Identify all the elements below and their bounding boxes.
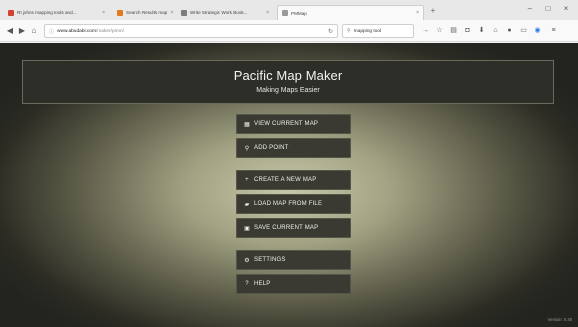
minimize-icon[interactable]: – <box>524 3 536 15</box>
chat-icon[interactable]: ● <box>504 25 515 37</box>
browser-tab[interactable]: RI johns mapping tools and... × <box>4 5 109 20</box>
tab-close-icon[interactable]: × <box>263 10 269 16</box>
search-icon: ⚲ <box>347 28 351 34</box>
tab-title: Write Strategic Work Book... <box>190 10 248 15</box>
arrow-icon[interactable]: → <box>420 25 431 37</box>
button-label: LOAD MAP FROM FILE <box>254 201 323 207</box>
forward-icon[interactable]: ▶ <box>16 24 28 38</box>
map-marker-icon: ⚲ <box>244 145 250 152</box>
button-label: ADD POINT <box>254 145 289 151</box>
menu-icon[interactable]: ≡ <box>548 25 559 37</box>
search-value: mapping tool <box>353 28 382 34</box>
bookmark-star-icon[interactable]: ☆ <box>434 25 445 37</box>
folder-open-icon: ▰ <box>244 201 250 208</box>
tab-favicon-icon <box>8 9 14 16</box>
app-header: Pacific Map Maker Making Maps Easier <box>22 60 554 104</box>
tab-close-icon[interactable]: × <box>167 10 173 16</box>
tab-favicon-icon <box>282 10 288 16</box>
screenshot-icon[interactable]: ▭ <box>518 25 529 37</box>
settings-button[interactable]: ⚙ SETTINGS <box>236 250 351 270</box>
browser-tab[interactable]: Search Results map × <box>113 5 173 20</box>
load-map-button[interactable]: ▰ LOAD MAP FROM FILE <box>236 194 351 214</box>
search-input[interactable]: ⚲ mapping tool <box>342 24 414 38</box>
reload-icon[interactable]: ↻ <box>328 28 333 35</box>
address-bar[interactable]: ⓘ www.abudabi.com /maker/pmm/ ↻ <box>44 24 338 38</box>
page-content: Pacific Map Maker Making Maps Easier ▦ V… <box>0 43 578 327</box>
tab-title: RI johns mapping tools and... <box>17 10 77 15</box>
download-icon[interactable]: ⬇ <box>476 25 487 37</box>
question-icon: ? <box>245 281 249 287</box>
home-icon[interactable]: ⌂ <box>28 24 40 38</box>
info-icon[interactable]: ⓘ <box>49 28 54 35</box>
tab-title: PMMap <box>291 10 307 16</box>
library-icon[interactable]: ▤ <box>448 25 459 37</box>
help-button[interactable]: ? HELP <box>236 274 351 294</box>
url-domain: www.abudabi.com <box>57 28 96 34</box>
extension-icon[interactable]: ◉ <box>532 25 543 37</box>
button-label: SETTINGS <box>254 257 286 263</box>
home-button-icon[interactable]: ⌂ <box>490 25 501 37</box>
page-subtitle: Making Maps Easier <box>256 87 320 94</box>
add-point-button[interactable]: ⚲ ADD POINT <box>236 138 351 158</box>
browser-tab-active[interactable]: PMMap × <box>277 5 424 20</box>
floppy-disk-icon: ▣ <box>244 225 250 232</box>
tab-favicon-icon <box>117 9 123 16</box>
url-path: /maker/pmm/ <box>95 28 124 34</box>
page-title: Pacific Map Maker <box>233 68 343 83</box>
button-label: SAVE CURRENT MAP <box>254 225 319 231</box>
back-icon[interactable]: ◀ <box>4 24 16 38</box>
tab-favicon-icon <box>181 9 187 16</box>
map-icon: ▦ <box>244 121 250 128</box>
version-label: Version: 0.45 <box>547 317 572 322</box>
save-map-button[interactable]: ▣ SAVE CURRENT MAP <box>236 218 351 238</box>
button-label: VIEW CURRENT MAP <box>254 121 319 127</box>
plus-icon: + <box>245 177 249 183</box>
window-close-icon[interactable]: × <box>560 3 572 15</box>
new-tab-icon[interactable]: + <box>428 5 438 17</box>
browser-tab-bar: RI johns mapping tools and... × Search R… <box>0 0 578 20</box>
button-label: HELP <box>254 281 271 287</box>
tab-title: Search Results map <box>126 10 168 15</box>
view-current-map-button[interactable]: ▦ VIEW CURRENT MAP <box>236 114 351 134</box>
browser-tab[interactable]: Write Strategic Work Book... × <box>177 5 273 20</box>
browser-nav-bar: ◀ ▶ ⌂ ⓘ www.abudabi.com /maker/pmm/ ↻ ⚲ … <box>0 20 578 42</box>
gear-icon: ⚙ <box>244 257 250 264</box>
maximize-icon[interactable]: □ <box>542 3 554 15</box>
tab-close-icon[interactable]: × <box>99 10 105 16</box>
tab-close-icon[interactable]: × <box>413 10 419 16</box>
create-new-map-button[interactable]: + CREATE A NEW MAP <box>236 170 351 190</box>
pocket-icon[interactable]: ◘ <box>462 25 473 37</box>
button-label: CREATE A NEW MAP <box>254 177 317 183</box>
